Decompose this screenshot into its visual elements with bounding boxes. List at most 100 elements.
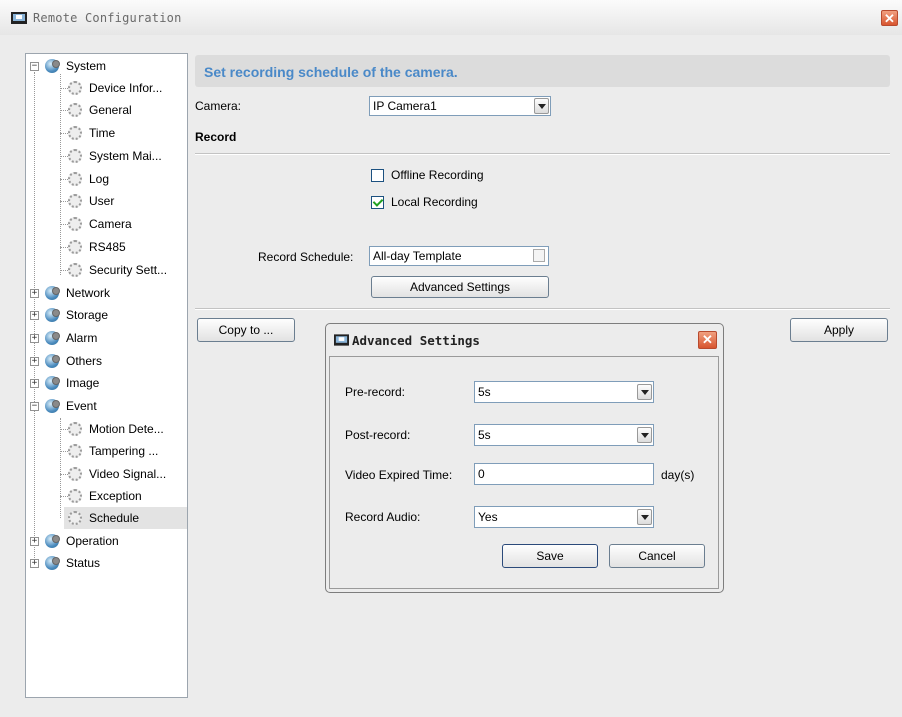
window-close-button[interactable]: ✕ bbox=[881, 10, 898, 26]
expand-icon[interactable]: + bbox=[30, 357, 39, 366]
tree-item-general[interactable]: General bbox=[26, 99, 187, 121]
tree-label: Log bbox=[89, 172, 110, 186]
close-icon: ✕ bbox=[884, 11, 895, 26]
gear-icon bbox=[68, 194, 82, 208]
advanced-settings-button[interactable]: Advanced Settings bbox=[371, 276, 549, 298]
gear-icon bbox=[68, 126, 82, 140]
tree-item-event[interactable]: − Event bbox=[26, 395, 187, 417]
record-audio-select[interactable]: Yes bbox=[474, 506, 654, 528]
tree-item-exception[interactable]: Exception bbox=[26, 485, 187, 507]
tree-item-device-info[interactable]: Device Infor... bbox=[26, 77, 187, 99]
expand-icon[interactable]: + bbox=[30, 537, 39, 546]
app-icon bbox=[334, 334, 349, 346]
tree-label: Device Infor... bbox=[89, 81, 163, 95]
close-icon: ✕ bbox=[702, 332, 713, 347]
tree-item-storage[interactable]: + Storage bbox=[26, 304, 187, 326]
pre-record-label: Pre-record: bbox=[345, 385, 406, 399]
template-edit-icon[interactable] bbox=[533, 249, 545, 262]
expand-icon[interactable]: + bbox=[30, 311, 39, 320]
globe-icon bbox=[45, 308, 60, 322]
pre-record-select[interactable]: 5s bbox=[474, 381, 654, 403]
gear-icon bbox=[68, 217, 82, 231]
globe-icon bbox=[45, 556, 60, 570]
apply-button[interactable]: Apply bbox=[790, 318, 888, 342]
video-expired-time-input[interactable]: 0 bbox=[474, 463, 654, 485]
tree-label: Exception bbox=[89, 489, 142, 503]
tree-item-tampering[interactable]: Tampering ... bbox=[26, 440, 187, 462]
tree-item-video-signal[interactable]: Video Signal... bbox=[26, 463, 187, 485]
tree-label: Motion Dete... bbox=[89, 422, 164, 436]
config-tree[interactable]: − System Device Infor... General Time Sy… bbox=[25, 53, 188, 698]
divider bbox=[195, 308, 890, 310]
page-heading-banner: Set recording schedule of the camera. bbox=[195, 55, 890, 87]
tree-item-motion-detection[interactable]: Motion Dete... bbox=[26, 418, 187, 440]
tree-label: Camera bbox=[89, 217, 132, 231]
pre-record-value: 5s bbox=[478, 385, 491, 399]
tree-item-system[interactable]: − System bbox=[26, 55, 187, 77]
record-schedule-select[interactable]: All-day Template bbox=[369, 246, 549, 266]
tree-label: Time bbox=[89, 126, 116, 140]
app-icon bbox=[11, 12, 27, 24]
post-record-select[interactable]: 5s bbox=[474, 424, 654, 446]
collapse-icon[interactable]: − bbox=[30, 402, 39, 411]
tree-label: Image bbox=[66, 376, 100, 390]
tree-item-camera[interactable]: Camera bbox=[26, 213, 187, 235]
tree-label: Tampering ... bbox=[89, 444, 159, 458]
tree-item-rs485[interactable]: RS485 bbox=[26, 236, 187, 258]
tree-item-log[interactable]: Log bbox=[26, 168, 187, 190]
chevron-down-icon[interactable] bbox=[637, 509, 652, 525]
dialog-title: Advanced Settings bbox=[352, 333, 480, 348]
globe-icon bbox=[45, 286, 60, 300]
tree-item-image[interactable]: + Image bbox=[26, 372, 187, 394]
save-button[interactable]: Save bbox=[502, 544, 598, 568]
record-schedule-value: All-day Template bbox=[373, 249, 462, 263]
tree-item-others[interactable]: + Others bbox=[26, 350, 187, 372]
tree-item-status[interactable]: + Status bbox=[26, 552, 187, 574]
tree-label: System bbox=[66, 59, 107, 73]
tree-item-security-settings[interactable]: Security Sett... bbox=[26, 259, 187, 281]
collapse-icon[interactable]: − bbox=[30, 62, 39, 71]
tree-label: System Mai... bbox=[89, 149, 162, 163]
tree-item-operation[interactable]: + Operation bbox=[26, 530, 187, 552]
record-audio-value: Yes bbox=[478, 510, 498, 524]
video-expired-time-label: Video Expired Time: bbox=[345, 468, 453, 482]
dialog-title-bar[interactable]: Advanced Settings ✕ bbox=[326, 324, 723, 354]
offline-recording-checkbox[interactable] bbox=[371, 169, 384, 182]
tree-label: Event bbox=[66, 399, 97, 413]
expand-icon[interactable]: + bbox=[30, 379, 39, 388]
record-audio-label: Record Audio: bbox=[345, 510, 421, 524]
camera-select[interactable]: IP Camera1 bbox=[369, 96, 551, 116]
expired-unit-label: day(s) bbox=[661, 468, 695, 482]
globe-icon bbox=[45, 376, 60, 390]
record-section-label: Record bbox=[195, 130, 237, 144]
cancel-button[interactable]: Cancel bbox=[609, 544, 705, 568]
expand-icon[interactable]: + bbox=[30, 559, 39, 568]
expand-icon[interactable]: + bbox=[30, 334, 39, 343]
tree-label: General bbox=[89, 103, 132, 117]
offline-recording-label: Offline Recording bbox=[391, 168, 484, 182]
chevron-down-icon[interactable] bbox=[637, 384, 652, 400]
globe-icon bbox=[45, 354, 60, 368]
globe-icon bbox=[45, 534, 60, 548]
tree-item-user[interactable]: User bbox=[26, 190, 187, 212]
globe-icon bbox=[45, 331, 60, 345]
dialog-close-button[interactable]: ✕ bbox=[698, 331, 717, 349]
chevron-down-icon[interactable] bbox=[637, 427, 652, 443]
tree-item-time[interactable]: Time bbox=[26, 122, 187, 144]
divider bbox=[195, 153, 890, 155]
tree-item-system-maintenance[interactable]: System Mai... bbox=[26, 145, 187, 167]
camera-label: Camera: bbox=[195, 99, 242, 113]
tree-item-network[interactable]: + Network bbox=[26, 282, 187, 304]
page-title: Set recording schedule of the camera. bbox=[204, 64, 458, 80]
chevron-down-icon[interactable] bbox=[534, 98, 549, 114]
gear-icon bbox=[68, 263, 82, 277]
local-recording-checkbox[interactable] bbox=[371, 196, 384, 209]
gear-icon bbox=[68, 422, 82, 436]
copy-to-button[interactable]: Copy to ... bbox=[197, 318, 295, 342]
tree-label: Security Sett... bbox=[89, 263, 168, 277]
expand-icon[interactable]: + bbox=[30, 289, 39, 298]
tree-item-alarm[interactable]: + Alarm bbox=[26, 327, 187, 349]
gear-icon bbox=[68, 81, 82, 95]
gear-icon bbox=[68, 149, 82, 163]
tree-item-schedule[interactable]: Schedule bbox=[64, 507, 187, 529]
